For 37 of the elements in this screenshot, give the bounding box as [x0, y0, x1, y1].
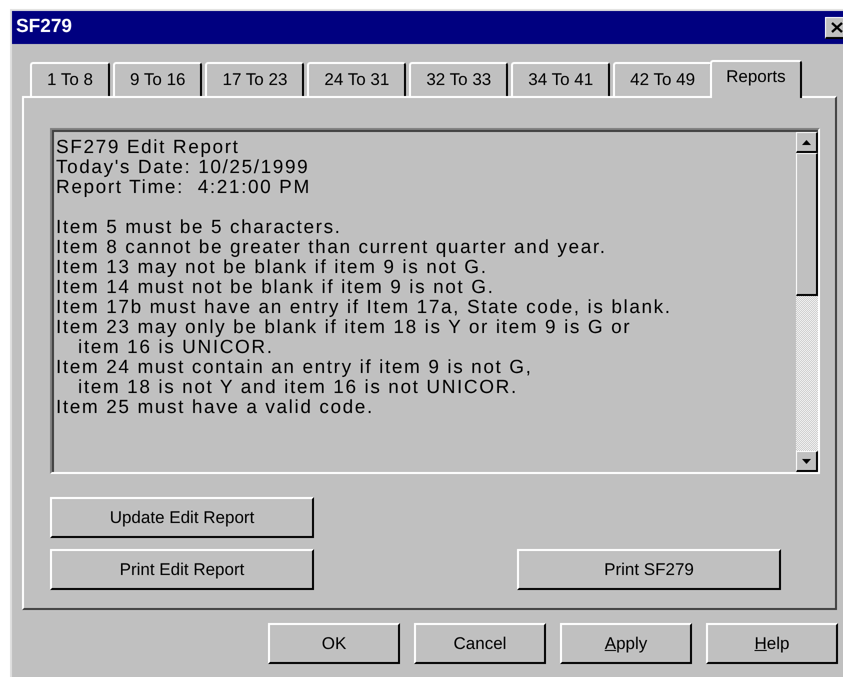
scroll-thumb[interactable] — [796, 153, 818, 296]
report-line: Today's Date: 10/25/1999 — [56, 158, 310, 178]
report-line: item 18 is not Y and item 16 is not UNICOR. — [77, 378, 519, 398]
tab[interactable]: 17 To 23 — [205, 62, 304, 96]
close-icon — [830, 22, 842, 32]
report-line: Item 24 must contain an entry if item 9 is not G, — [56, 358, 534, 378]
report-line: Item 5 must be 5 characters. — [56, 218, 343, 238]
report-line: Item 25 must have a valid code. — [56, 398, 375, 418]
report-line: Report Time: 4:21:00 PM — [56, 178, 312, 198]
tab[interactable]: 1 To 8 — [30, 62, 110, 96]
report-line: Item 14 must not be blank if item 9 is not G. — [56, 278, 496, 298]
report-button[interactable]: Print SF279 — [517, 549, 781, 590]
report-line: Item 17b must have an entry if Item 17a, State code, is blank. — [56, 298, 673, 318]
report-line: Item 8 cannot be greater than current quarter and year. — [56, 238, 608, 258]
report-button[interactable]: Update Edit Report — [50, 497, 314, 538]
dialog-button[interactable]: OK — [268, 623, 400, 664]
report-line: Item 13 may not be blank if item 9 is not G. — [56, 258, 489, 278]
tab[interactable]: 34 To 41 — [511, 62, 610, 96]
vertical-scrollbar[interactable] — [796, 130, 818, 472]
scroll-down-button[interactable] — [796, 451, 818, 472]
scroll-up-button[interactable] — [796, 132, 818, 153]
report-button[interactable]: Print Edit Report — [50, 549, 314, 590]
up-arrow-icon — [802, 140, 811, 144]
tab[interactable]: 24 To 31 — [307, 62, 406, 96]
report-line: SF279 Edit Report — [56, 138, 241, 158]
down-arrow-icon — [802, 458, 811, 464]
tab[interactable]: 9 To 16 — [113, 62, 202, 96]
close-button[interactable] — [825, 16, 843, 38]
dialog-button[interactable]: Help — [706, 623, 838, 664]
dialog-button[interactable]: Apply — [560, 623, 692, 664]
report-line: item 16 is UNICOR. — [77, 338, 275, 358]
report-line: Item 23 may only be blank if item 18 is Y or item 9 is G or — [56, 318, 632, 338]
dialog-button[interactable]: Cancel — [414, 623, 546, 664]
tab[interactable]: 42 To 49 — [613, 62, 712, 96]
window-title: SF279 — [16, 15, 72, 40]
tab[interactable]: Reports — [710, 60, 802, 98]
tab[interactable]: 32 To 33 — [409, 62, 508, 96]
